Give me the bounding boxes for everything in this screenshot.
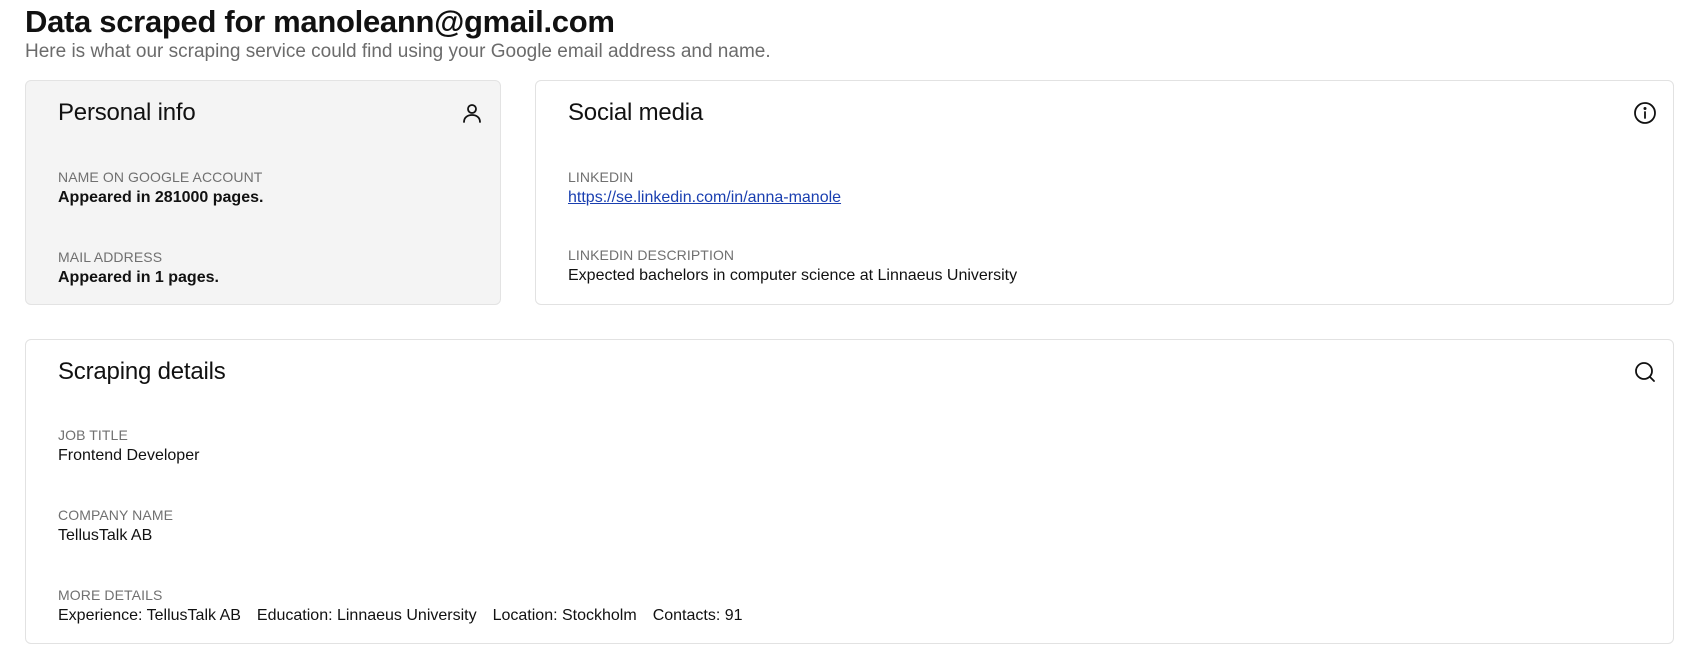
page: Data scraped for manoleann@gmail.com Her… — [0, 0, 1699, 654]
experience-detail: Experience: TellusTalk AB — [58, 607, 241, 624]
search-icon — [1633, 360, 1657, 384]
social-media-card: Social media LinkedIn https://se.linkedi… — [535, 80, 1674, 305]
page-title: Data scraped for manoleann@gmail.com — [25, 4, 615, 39]
name-on-google-field: Name on Google Account Appeared in 28100… — [58, 168, 263, 208]
linkedin-description-field: LinkedIn description Expected bachelors … — [568, 246, 1017, 286]
field-value: Appeared in 1 pages. — [58, 269, 219, 286]
field-value: Appeared in 281000 pages. — [58, 189, 264, 206]
personal-info-title: Personal info — [58, 99, 196, 126]
scraping-details-title: Scraping details — [58, 358, 226, 385]
field-label: Job title — [58, 427, 128, 443]
more-details-field: More details Experience: TellusTalk AB Ed… — [58, 586, 759, 626]
field-label: LinkedIn — [568, 169, 634, 185]
field-label: Name on Google Account — [58, 169, 263, 185]
field-value: Expected bachelors in computer science a… — [568, 267, 1018, 284]
personal-info-card: Personal info Name on Google Account App… — [25, 80, 501, 305]
field-label: LinkedIn description — [568, 247, 735, 263]
location-detail: Location: Stockholm — [492, 607, 637, 624]
linkedin-link[interactable]: https://se.linkedin.com/in/anna-manole — [568, 189, 841, 206]
field-label: Mail address — [58, 249, 163, 265]
field-label: More details — [58, 587, 163, 603]
user-icon — [460, 101, 484, 125]
field-value: Frontend Developer — [58, 447, 200, 464]
page-subtitle: Here is what our scraping service could … — [25, 41, 771, 62]
field-label: Company name — [58, 507, 174, 523]
social-media-title: Social media — [568, 99, 704, 126]
linkedin-field: LinkedIn https://se.linkedin.com/in/anna… — [568, 168, 841, 208]
more-details-row: Experience: TellusTalk AB Education: Linn… — [58, 605, 759, 626]
company-name-field: Company name TellusTalk AB — [58, 506, 173, 546]
mail-address-field: Mail address Appeared in 1 pages. — [58, 248, 219, 288]
field-value: TellusTalk AB — [58, 527, 153, 544]
education-detail: Education: Linnaeus University — [256, 607, 477, 624]
info-icon — [1633, 101, 1657, 125]
job-title-field: Job title Frontend Developer — [58, 426, 199, 466]
contacts-detail: Contacts: 91 — [652, 607, 743, 624]
scraping-details-card: Scraping details Job title Frontend Deve… — [25, 339, 1674, 644]
